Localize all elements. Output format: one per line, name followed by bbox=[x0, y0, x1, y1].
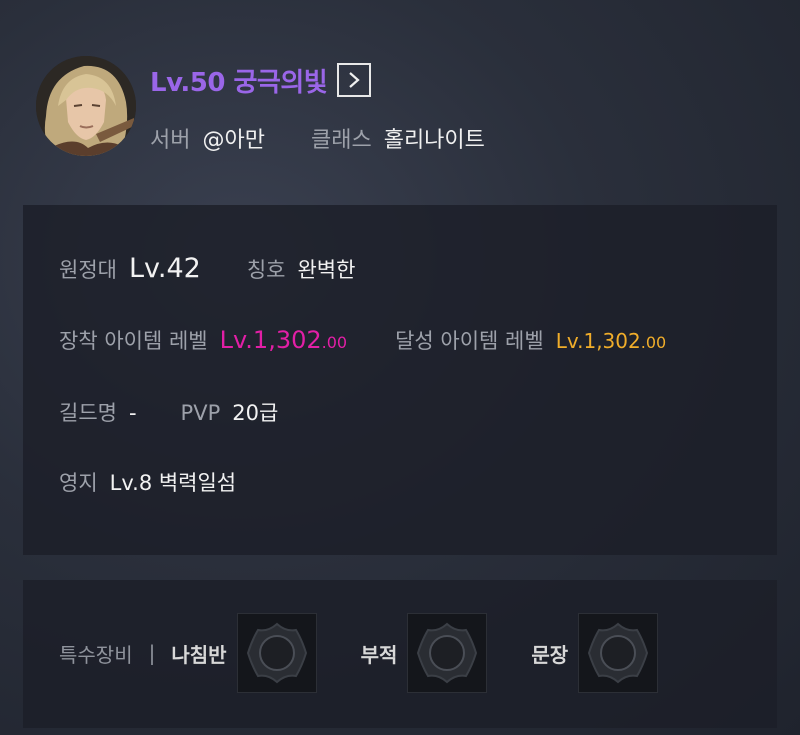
expedition-value: Lv.42 bbox=[128, 253, 201, 284]
server-label: 서버 bbox=[150, 128, 191, 153]
title-value: 완벽한 bbox=[297, 258, 356, 282]
talisman-slot[interactable] bbox=[407, 613, 488, 693]
expedition-label: 원정대 bbox=[59, 258, 117, 282]
empty-slot-crest-icon bbox=[417, 622, 478, 684]
class-label: 클래스 bbox=[310, 128, 372, 153]
chevron-right-icon bbox=[349, 72, 360, 88]
character-title: Lv.50 궁극의빛 bbox=[150, 67, 328, 98]
empty-slot-crest-icon bbox=[246, 622, 307, 684]
special-equipment-label: 특수장비 bbox=[59, 642, 133, 667]
equipped-item-level-value: Lv.1,302.00 bbox=[219, 326, 348, 354]
guild-label: 길드명 bbox=[59, 401, 117, 425]
character-info-panel: 원정대 Lv.42 칭호 완벽한 장착 아이템 레벨 Lv.1,302.00 달… bbox=[23, 205, 777, 555]
guild-value: - bbox=[128, 401, 137, 425]
achieved-item-level-value: Lv.1,302.00 bbox=[555, 329, 667, 353]
special-equipment-panel: 특수장비 | 나침반 부적 문장 bbox=[23, 580, 777, 728]
compass-label: 나침반 bbox=[171, 642, 227, 667]
estate-label: 영지 bbox=[59, 471, 98, 495]
estate-value: Lv.8 벽력일섬 bbox=[109, 471, 237, 495]
achieved-item-level-label: 달성 아이템 레벨 bbox=[395, 329, 544, 353]
character-avatar bbox=[36, 56, 136, 156]
emblem-slot[interactable] bbox=[578, 613, 659, 693]
emblem-label: 문장 bbox=[531, 642, 569, 667]
pvp-value: 20급 bbox=[232, 401, 279, 425]
pvp-label: PVP bbox=[180, 401, 221, 425]
talisman-label: 부적 bbox=[360, 642, 398, 667]
character-header: Lv.50 궁극의빛 서버 @아만 클래스 홀리나이트 bbox=[36, 56, 776, 166]
title-label: 칭호 bbox=[246, 258, 286, 282]
compass-slot[interactable] bbox=[236, 613, 317, 693]
class-value: 홀리나이트 bbox=[383, 128, 485, 153]
empty-slot-crest-icon bbox=[588, 622, 649, 684]
open-profile-button[interactable] bbox=[337, 63, 372, 97]
equipment-separator: | bbox=[148, 641, 156, 665]
server-value: @아만 bbox=[202, 128, 265, 153]
equipped-item-level-label: 장착 아이템 레벨 bbox=[59, 329, 208, 353]
